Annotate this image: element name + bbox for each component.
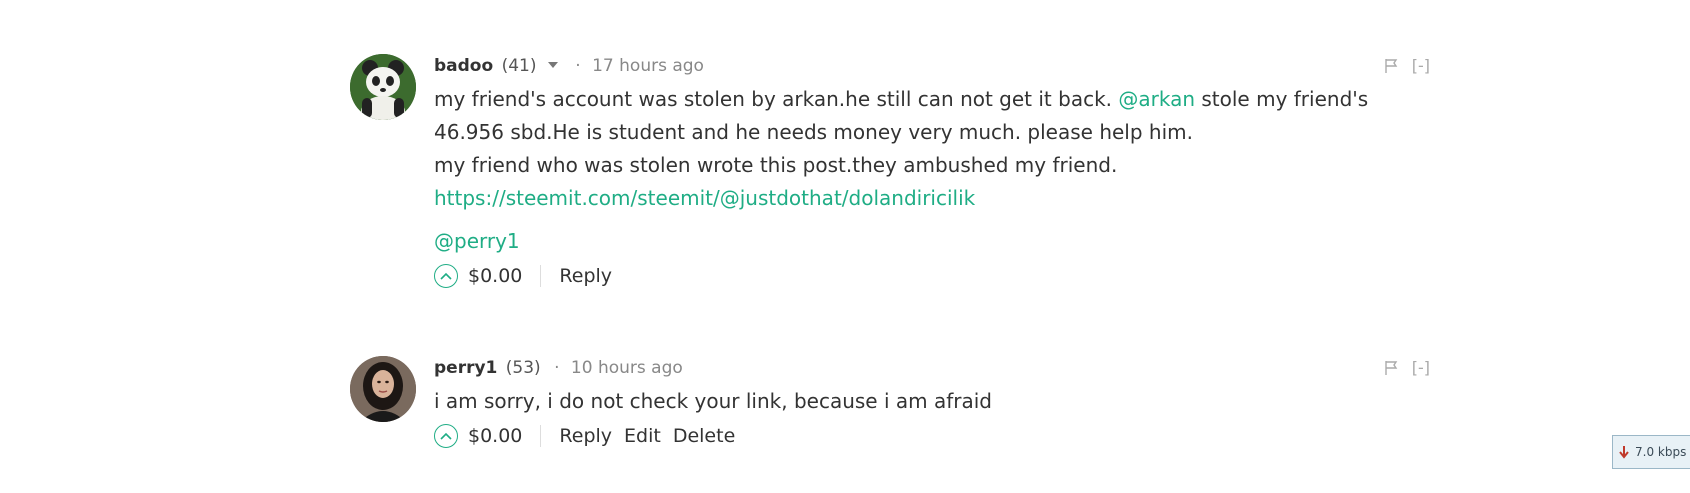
comment-footer: $0.00 Reply Edit Delete: [434, 422, 1430, 450]
avatar-badoo[interactable]: [350, 54, 416, 120]
avatar-perry1[interactable]: [350, 356, 416, 422]
timestamp[interactable]: 10 hours ago: [571, 358, 683, 378]
comment-body: i am sorry, i do not check your link, be…: [434, 385, 1430, 418]
download-speed: 7.0 kbps: [1635, 445, 1687, 459]
author-name[interactable]: perry1: [434, 358, 497, 378]
comment-text: my friend who was stolen wrote this post…: [434, 153, 1118, 177]
delete-button[interactable]: Delete: [673, 425, 735, 447]
comment-header: perry1 (53) · 10 hours ago [-]: [434, 356, 1430, 380]
timestamp[interactable]: 17 hours ago: [592, 56, 704, 76]
flag-icon[interactable]: [1384, 360, 1398, 376]
chevron-down-icon[interactable]: [547, 62, 558, 68]
download-arrow-icon: [1619, 446, 1629, 459]
comment-text: my friend's account was stolen by arkan.…: [434, 87, 1119, 111]
payout-amount[interactable]: $0.00: [468, 265, 542, 287]
separator-dot: ·: [554, 358, 560, 378]
separator-dot: ·: [575, 56, 581, 76]
author-reputation: (53): [505, 358, 541, 378]
post-link[interactable]: https://steemit.com/steemit/@justdothat/…: [434, 186, 975, 210]
edit-button[interactable]: Edit: [624, 425, 661, 447]
payout-amount[interactable]: $0.00: [468, 425, 542, 447]
collapse-toggle[interactable]: [-]: [1412, 356, 1430, 380]
author-name[interactable]: badoo: [434, 56, 493, 76]
comment-text: i am sorry, i do not check your link, be…: [434, 389, 992, 413]
collapse-toggle[interactable]: [-]: [1412, 54, 1430, 78]
user-mention-link[interactable]: @perry1: [434, 229, 520, 253]
reply-button[interactable]: Reply: [559, 425, 612, 447]
user-mention-link[interactable]: @arkan: [1118, 87, 1195, 111]
comment-body: my friend's account was stolen by arkan.…: [434, 83, 1430, 215]
download-speed-badge[interactable]: 7.0 kbps: [1612, 435, 1690, 469]
reply-button[interactable]: Reply: [559, 265, 612, 287]
upvote-icon[interactable]: [434, 424, 458, 448]
comment-footer: $0.00 Reply: [434, 262, 1430, 290]
author-reputation: (41): [501, 56, 537, 76]
upvote-icon[interactable]: [434, 264, 458, 288]
flag-icon[interactable]: [1384, 58, 1398, 74]
comment-header: badoo (41) · 17 hours ago [-]: [434, 54, 1430, 78]
